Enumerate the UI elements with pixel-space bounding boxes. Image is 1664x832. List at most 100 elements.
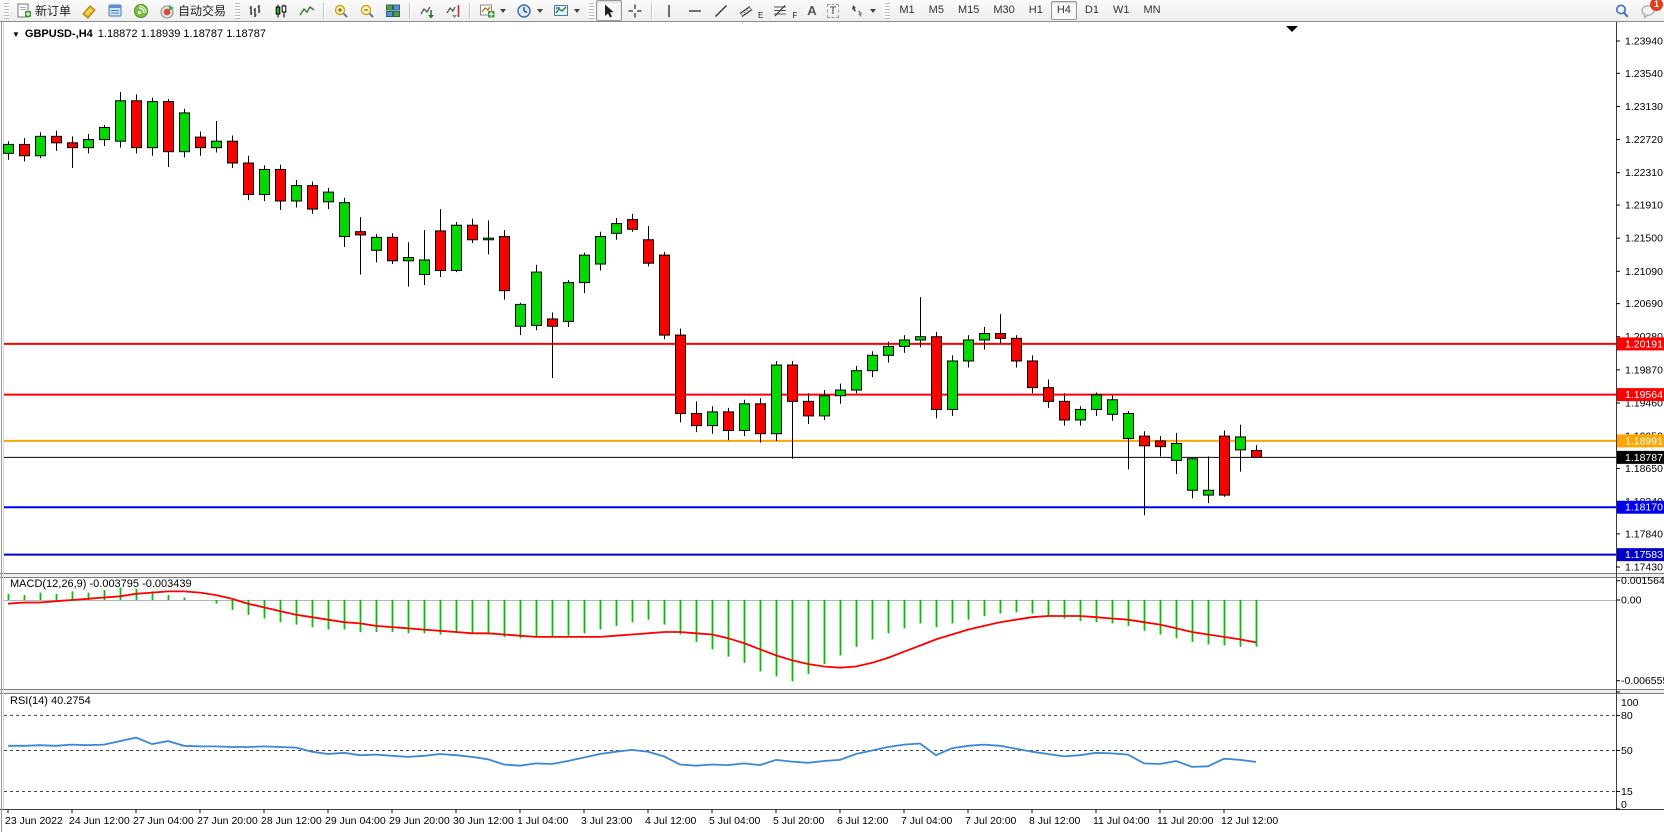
zoom-in-icon — [333, 3, 349, 19]
timeframe-h4[interactable]: H4 — [1051, 1, 1077, 20]
autotrading-icon — [159, 3, 175, 19]
periods-button[interactable] — [511, 0, 548, 21]
label-tool-button[interactable]: T — [822, 0, 845, 21]
channel-letter: E — [758, 11, 763, 20]
clock-icon — [516, 3, 532, 19]
auto-scroll-button[interactable] — [414, 0, 440, 21]
svg-text:1.22310: 1.22310 — [1625, 167, 1663, 179]
cursor-icon — [601, 3, 617, 19]
notifications-button[interactable]: 1 — [1640, 3, 1656, 19]
chart-title: ▼ GBPUSD-,H4 1.18872 1.18939 1.18787 1.1… — [12, 28, 266, 40]
zoom-in-button[interactable] — [328, 0, 354, 21]
svg-text:1 Jul 04:00: 1 Jul 04:00 — [517, 815, 569, 827]
signals-button[interactable] — [128, 0, 154, 21]
timeframe-m30[interactable]: M30 — [987, 1, 1020, 20]
trendline-tool-button[interactable] — [708, 0, 734, 21]
toolbar-grip[interactable] — [589, 3, 594, 19]
data-window-button[interactable] — [102, 0, 128, 21]
autotrading-button[interactable]: 自动交易 — [154, 0, 231, 21]
zoom-out-button[interactable] — [354, 0, 380, 21]
svg-text:5 Jul 20:00: 5 Jul 20:00 — [773, 815, 825, 827]
svg-text:1.18991: 1.18991 — [1625, 435, 1663, 447]
trendline-icon — [713, 3, 729, 19]
channel-tool-button[interactable]: E — [734, 0, 768, 21]
candlestick-button[interactable] — [268, 0, 294, 21]
text-tool-button[interactable]: A — [802, 0, 821, 21]
channel-icon — [739, 3, 755, 19]
svg-text:3 Jul 23:00: 3 Jul 23:00 — [581, 815, 633, 827]
new-order-label: 新订单 — [35, 2, 71, 19]
svg-text:24 Jun 12:00: 24 Jun 12:00 — [69, 815, 130, 827]
toolbar: 新订单 自动交易 — [0, 0, 1664, 22]
svg-text:80: 80 — [1621, 710, 1633, 722]
line-chart-button[interactable] — [294, 0, 320, 21]
toolbar-grip[interactable] — [4, 3, 9, 19]
symbol-dropdown-icon[interactable]: ▼ — [12, 30, 20, 39]
timeframe-m5[interactable]: M5 — [923, 1, 950, 20]
svg-text:0: 0 — [1621, 799, 1627, 811]
indicators-dropdown-caret — [500, 9, 506, 13]
chart-shift-button[interactable] — [440, 0, 466, 21]
bar-chart-button[interactable] — [242, 0, 268, 21]
svg-text:0.00: 0.00 — [1621, 595, 1642, 607]
fibo-tool-button[interactable]: F — [768, 0, 802, 21]
svg-text:1.22720: 1.22720 — [1625, 134, 1663, 146]
svg-text:1.20690: 1.20690 — [1625, 298, 1663, 310]
signal-icon — [133, 3, 149, 19]
svg-text:29 Jun 04:00: 29 Jun 04:00 — [325, 815, 386, 827]
autotrading-label: 自动交易 — [178, 2, 226, 19]
macd-values: -0.003795 -0.003439 — [89, 578, 191, 590]
toolbar-grip[interactable] — [235, 3, 240, 19]
symbol-period-label: GBPUSD-,H4 — [25, 28, 93, 40]
notification-badge: 1 — [1650, 0, 1663, 11]
search-icon[interactable] — [1614, 3, 1630, 19]
svg-text:-0.006555: -0.006555 — [1621, 675, 1664, 687]
chart-canvas[interactable]: 1.239401.235401.231301.227201.223101.219… — [0, 22, 1664, 832]
ohlc-readout: 1.18872 1.18939 1.18787 1.18787 — [98, 28, 266, 40]
svg-text:7 Jul 04:00: 7 Jul 04:00 — [901, 815, 953, 827]
new-order-button[interactable]: 新订单 — [11, 0, 76, 21]
arrows-tool-button[interactable] — [844, 0, 881, 21]
zoom-out-icon — [359, 3, 375, 19]
data-window-icon — [107, 3, 123, 19]
tile-windows-button[interactable] — [380, 0, 406, 21]
svg-text:50: 50 — [1621, 745, 1633, 757]
timeframe-d1[interactable]: D1 — [1079, 1, 1105, 20]
templates-dropdown-caret — [574, 9, 580, 13]
svg-text:1.19870: 1.19870 — [1625, 364, 1663, 376]
timeframe-w1[interactable]: W1 — [1107, 1, 1136, 20]
tile-windows-icon — [385, 3, 401, 19]
toolbar-grip[interactable] — [885, 3, 890, 19]
label-tool-icon: T — [827, 4, 840, 18]
toolbar-right: 1 — [1614, 3, 1664, 19]
hline-tool-button[interactable] — [682, 0, 708, 21]
crosshair-tool-button[interactable] — [622, 0, 648, 21]
svg-text:1.21500: 1.21500 — [1625, 233, 1663, 245]
timeframe-m15[interactable]: M15 — [952, 1, 985, 20]
svg-text:1.21910: 1.21910 — [1625, 200, 1663, 212]
svg-text:27 Jun 04:00: 27 Jun 04:00 — [133, 815, 194, 827]
horizontal-line-icon — [687, 3, 703, 19]
periods-dropdown-caret — [537, 9, 543, 13]
vertical-line-icon — [661, 3, 677, 19]
macd-indicator-label: MACD(12,26,9) -0.003795 -0.003439 — [10, 578, 192, 590]
timeframe-m1[interactable]: M1 — [893, 1, 920, 20]
indicators-button[interactable] — [474, 0, 511, 21]
candlestick-icon — [273, 3, 289, 19]
svg-text:6 Jul 12:00: 6 Jul 12:00 — [837, 815, 889, 827]
fibonacci-icon — [773, 3, 789, 19]
svg-text:1.17430: 1.17430 — [1625, 562, 1663, 574]
cursor-tool-button[interactable] — [596, 0, 622, 21]
svg-text:30 Jun 12:00: 30 Jun 12:00 — [453, 815, 514, 827]
bar-chart-icon — [247, 3, 263, 19]
timeframe-h1[interactable]: H1 — [1023, 1, 1049, 20]
templates-button[interactable] — [548, 0, 585, 21]
svg-text:0.001564: 0.001564 — [1621, 575, 1664, 587]
svg-text:1.18787: 1.18787 — [1625, 452, 1663, 464]
timeframe-mn[interactable]: MN — [1137, 1, 1166, 20]
svg-text:1.23940: 1.23940 — [1625, 36, 1663, 48]
svg-text:1.18650: 1.18650 — [1625, 463, 1663, 475]
quotes-button[interactable] — [76, 0, 102, 21]
text-tool-icon: A — [807, 3, 816, 18]
vline-tool-button[interactable] — [656, 0, 682, 21]
